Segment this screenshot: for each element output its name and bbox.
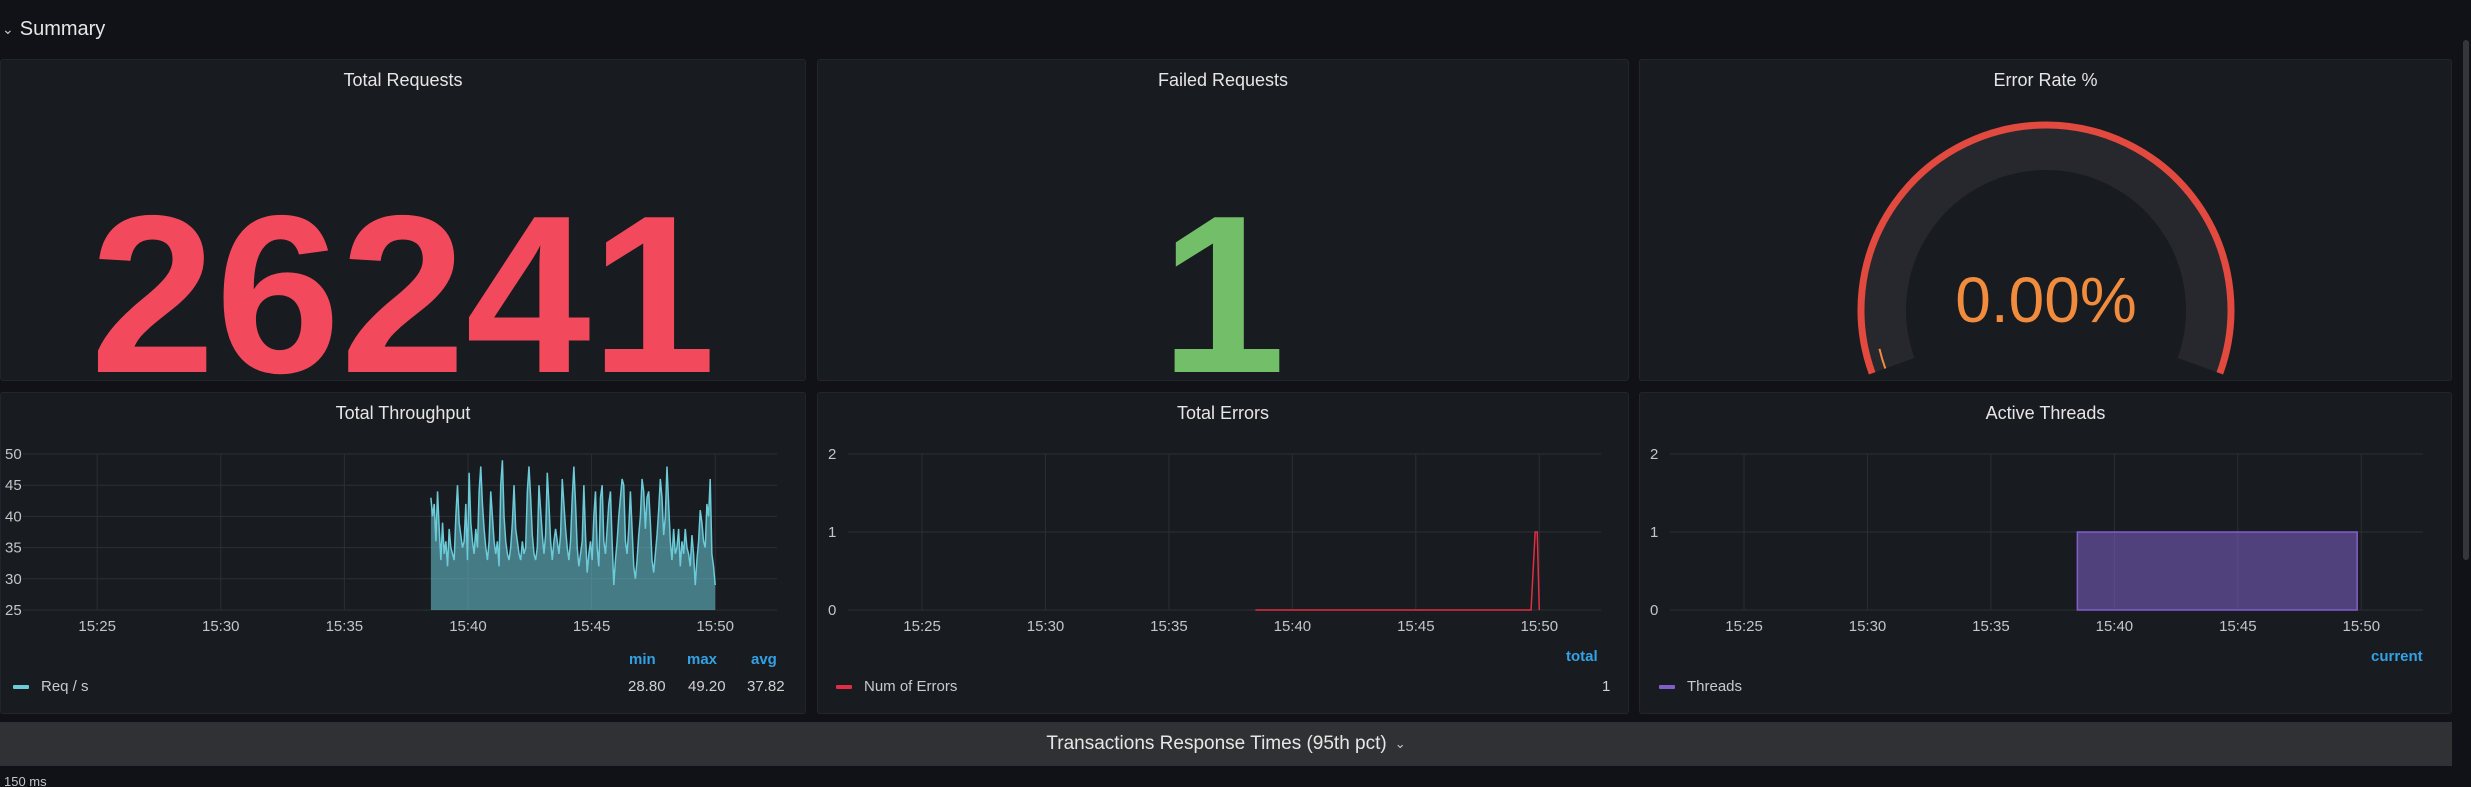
x-tick-label: 15:45 (2219, 618, 2257, 635)
y-tick-label: 0 (828, 602, 836, 619)
legend-value-max: 49.20 (688, 678, 726, 695)
x-tick-label: 15:40 (2096, 618, 2134, 635)
gauge-value: 0.00% (1955, 264, 2136, 336)
x-tick-label: 15:25 (1725, 618, 1763, 635)
legend-item-req[interactable]: Req / s (13, 678, 89, 695)
y-tick-label: 50 (5, 446, 22, 463)
row-header-summary[interactable]: ⌄ Summary (0, 12, 105, 46)
x-tick-label: 15:30 (202, 618, 240, 635)
y-tick-label: 0 (1650, 602, 1658, 619)
series-area-threads (2076, 531, 2358, 611)
x-tick-label: 15:40 (449, 618, 487, 635)
panel-error-rate[interactable]: Error Rate % 0.00% (1639, 59, 2452, 381)
x-tick-label: 15:50 (696, 618, 734, 635)
panel-title: Failed Requests (1157, 70, 1289, 90)
errors-chart: 0 1 2 15:25 15:30 15:35 15:40 15:45 15:50 (828, 446, 1601, 635)
chevron-down-icon: ⌄ (2, 20, 14, 37)
x-tick-label: 15:35 (1150, 618, 1188, 635)
legend-value-total: 1 (1602, 678, 1611, 695)
legend-header-max: max (687, 651, 718, 668)
legend-header-current: current (2371, 648, 2423, 665)
legend-swatch (1659, 684, 1675, 689)
x-tick-label: 15:25 (78, 618, 116, 635)
x-tick-label: 15:45 (1397, 618, 1435, 635)
y-tick-label: 35 (5, 540, 22, 557)
legend-label: Threads (1687, 678, 1743, 695)
panel-total-errors[interactable]: Total Errors 0 1 2 15:25 15:30 15:35 15:40 15:4… (817, 392, 1629, 714)
x-tick-label: 15:25 (903, 618, 941, 635)
scrollbar[interactable] (2461, 0, 2471, 787)
series-line-errors (1255, 531, 1541, 611)
panel-total-throughput[interactable]: Total Throughput 25 30 35 40 45 50 15:25 15:30 1… (0, 392, 806, 714)
legend-swatch (836, 684, 852, 689)
y-tick-label: 40 (5, 508, 22, 525)
x-tick-label: 15:50 (1521, 618, 1559, 635)
x-tick-label: 15:35 (1972, 618, 2010, 635)
x-tick-label: 15:30 (1027, 618, 1065, 635)
stat-value: 26241 (90, 168, 716, 381)
legend-value-avg: 37.82 (747, 678, 785, 695)
x-tick-label: 15:30 (1849, 618, 1887, 635)
panel-failed-requests[interactable]: Failed Requests 1 (817, 59, 1629, 381)
legend-header-avg: avg (751, 651, 777, 668)
legend-header-total: total (1566, 648, 1598, 665)
y-tick-label: 1 (828, 524, 836, 541)
next-panel-axis-label: 150 ms (4, 774, 47, 787)
x-tick-label: 15:45 (573, 618, 611, 635)
legend-label: Num of Errors (864, 678, 958, 695)
stat-value: 1 (1160, 168, 1286, 381)
y-tick-label: 25 (5, 602, 22, 619)
legend-value-min: 28.80 (628, 678, 666, 695)
legend-swatch (13, 684, 29, 689)
row-header-transactions[interactable]: Transactions Response Times (95th pct) ⌄ (0, 722, 2452, 766)
y-tick-label: 45 (5, 477, 22, 494)
scrollbar-thumb[interactable] (2463, 40, 2469, 560)
threads-chart: 0 1 2 15:25 15:30 15:35 15:40 15:45 15:50 (1650, 446, 2423, 635)
gauge: 0.00% (1857, 121, 2235, 375)
panel-total-requests[interactable]: Total Requests 26241 (0, 59, 806, 381)
y-tick-label: 1 (1650, 524, 1658, 541)
x-tick-label: 15:50 (2343, 618, 2381, 635)
panel-active-threads[interactable]: Active Threads 0 1 2 15:25 15:30 15:35 15:40 15… (1639, 392, 2452, 714)
y-tick-label: 30 (5, 571, 22, 588)
legend-label: Req / s (41, 678, 89, 695)
x-tick-label: 15:40 (1274, 618, 1312, 635)
chevron-down-icon: ⌄ (1394, 736, 1406, 751)
panel-title: Total Requests (343, 70, 463, 90)
legend-header-min: min (629, 651, 656, 668)
legend-item-errors[interactable]: Num of Errors (836, 678, 957, 695)
y-tick-label: 2 (1650, 446, 1658, 463)
row-title: Transactions Response Times (95th pct) (1046, 733, 1387, 754)
throughput-chart: 25 30 35 40 45 50 15:25 15:30 15:35 15:40 15:45 15:… (5, 446, 777, 635)
y-tick-label: 2 (828, 446, 836, 463)
row-title: Summary (19, 17, 106, 40)
x-tick-label: 15:35 (326, 618, 364, 635)
legend-item-threads[interactable]: Threads (1659, 678, 1742, 695)
